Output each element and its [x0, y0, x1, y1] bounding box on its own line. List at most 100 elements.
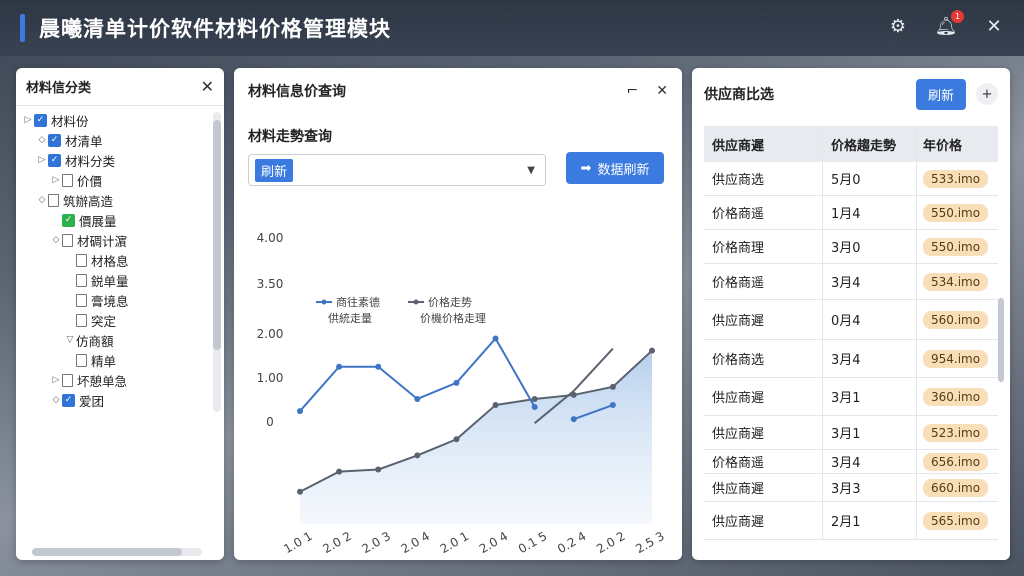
table-row[interactable]: 供应商遲 2月1 565.imo — [704, 502, 998, 540]
header-price[interactable]: 年价格 — [916, 126, 998, 162]
vendor-refresh-button[interactable]: 刷新 — [915, 78, 966, 110]
data-refresh-button[interactable]: ➡ 数据刷新 — [566, 152, 664, 184]
y-tick-label: 0 — [266, 415, 274, 429]
checkbox[interactable]: ✓ — [62, 213, 75, 227]
tree-caret-icon[interactable]: ▷ — [50, 375, 62, 385]
tree-node[interactable]: ✓ 價展量 — [16, 210, 210, 230]
x-tick-label: 0.1 5 — [516, 529, 549, 556]
table-row[interactable]: 价格商遥 3月4 656.imo — [704, 450, 998, 474]
close-icon[interactable]: ✕ — [656, 83, 668, 99]
tree-node-label: 突定 — [91, 313, 117, 329]
tree-node[interactable]: ◇ ✓ 材清单 — [16, 130, 210, 150]
tree-node[interactable]: ▽ 仿商額 — [16, 330, 210, 350]
trend-cell: 3月3 — [822, 474, 916, 501]
price-badge: 660.imo — [923, 478, 989, 497]
tree-node-label: 筑辦高造 — [63, 193, 114, 209]
tree-node-label: 仿商額 — [76, 333, 114, 349]
document-icon — [62, 233, 73, 247]
data-point — [336, 468, 343, 475]
query-title: 材料信息价查询 — [248, 84, 346, 100]
tree-node-label: 材清单 — [65, 133, 103, 149]
legend-marker — [413, 299, 419, 305]
vendor-name: 供应商遲 — [712, 515, 765, 530]
trend-cell: 2月1 — [822, 502, 916, 539]
trend-cell: 3月4 — [822, 264, 916, 299]
app-title: 晨曦清单计价软件材料价格管理模块 — [39, 17, 391, 41]
data-point — [649, 347, 655, 354]
tree-node[interactable]: ▷ ✓ 材料份 — [16, 110, 210, 130]
price-query-panel: 材料信息价查询 ⌐ ✕ 材料走勢查询 刷新 ▼ ➡ 数据刷新 0 1.00 2.00… — [234, 68, 682, 560]
x-tick-label: 2.0 2 — [320, 529, 353, 556]
table-row[interactable]: 价格商理 3月0 550.imo — [704, 230, 998, 264]
trend-select[interactable]: 刷新 ▼ — [248, 154, 546, 186]
tree-node[interactable]: ◇ ✓ 爱团 — [16, 390, 210, 410]
notification-badge: 1 — [951, 10, 964, 23]
checkbox[interactable]: ✓ — [34, 113, 47, 127]
gear-icon[interactable]: ⚙ — [886, 14, 910, 38]
table-row[interactable]: 供应商遲 3月3 660.imo — [704, 474, 998, 502]
tree-caret-icon[interactable]: ▽ — [64, 335, 76, 345]
table-row[interactable]: 价格商选 3月4 954.imo — [704, 340, 998, 378]
tree-node[interactable]: ◇ 筑辦高造 — [16, 190, 210, 210]
checkbox[interactable]: ✓ — [48, 133, 61, 147]
data-point — [336, 363, 343, 370]
table-row[interactable]: 价格商遥 1月4 550.imo — [704, 196, 998, 230]
trend-cell: 3月1 — [822, 378, 916, 415]
x-tick-label: 2.0 3 — [359, 529, 392, 556]
tree-node[interactable]: 膏境息 — [16, 290, 210, 310]
tree-title: 材料信分类 — [26, 81, 92, 96]
price-badge: 565.imo — [923, 511, 989, 530]
tree-caret-icon[interactable]: ▷ — [36, 155, 48, 165]
y-tick-label: 3.50 — [257, 277, 284, 291]
tree-caret-icon[interactable]: ▷ — [22, 115, 34, 125]
close-icon[interactable]: ✕ — [982, 14, 1006, 38]
series-area — [300, 350, 652, 524]
price-badge: 954.imo — [923, 349, 989, 368]
table-row[interactable]: 供应商遲 0月4 560.imo — [704, 300, 998, 340]
header-trend[interactable]: 价格趨走勢 — [822, 126, 916, 162]
vendor-scrollbar[interactable] — [998, 298, 1004, 382]
tree-caret-icon[interactable]: ◇ — [36, 195, 48, 205]
tree-node-label: 價展量 — [79, 213, 117, 229]
minimize-icon[interactable]: ⌐ — [627, 83, 639, 99]
vendor-name: 价格商理 — [712, 241, 765, 256]
tree-caret-icon[interactable]: ◇ — [50, 235, 62, 245]
data-point — [375, 466, 382, 473]
plus-icon[interactable]: + — [976, 83, 998, 105]
tree-node[interactable]: 材格息 — [16, 250, 210, 270]
table-row[interactable]: 价格商遥 3月4 534.imo — [704, 264, 998, 300]
tree-caret-icon[interactable]: ◇ — [36, 135, 48, 145]
x-tick-label: 0.2 4 — [555, 529, 588, 556]
x-tick-label: 2.0 4 — [477, 529, 510, 556]
tree-node[interactable]: 精单 — [16, 350, 210, 370]
tree-node-label: 精单 — [91, 353, 117, 369]
vendor-title: 供应商比选 — [704, 87, 774, 103]
table-row[interactable]: 供应商遲 3月1 360.imo — [704, 378, 998, 416]
tree-node[interactable]: ▷ 价價 — [16, 170, 210, 190]
table-row[interactable]: 供应商遲 3月1 523.imo — [704, 416, 998, 450]
bell-icon[interactable]: 🔔︎ 1 — [934, 10, 964, 38]
tree-caret-icon[interactable]: ◇ — [50, 395, 62, 405]
close-icon[interactable]: ✕ — [201, 77, 214, 96]
horizontal-scrollbar[interactable] — [32, 548, 202, 556]
document-icon — [62, 173, 73, 187]
trend-cell: 5月0 — [822, 162, 916, 195]
document-icon — [48, 193, 59, 207]
table-row[interactable]: 供应商选 5月0 533.imo — [704, 162, 998, 196]
checkbox[interactable]: ✓ — [62, 393, 75, 407]
category-tree-panel: 材料信分类 ✕ ▷ ✓ 材料份 ◇ ✓ 材清单 ▷ ✓ 材料分类 ▷ 价價 ◇ 筑辦高造 ✓ 價展量 ◇ 材碉计… — [16, 68, 224, 560]
tree-node[interactable]: 鋭单量 — [16, 270, 210, 290]
price-badge: 360.imo — [923, 387, 989, 406]
tree-node-label: 材格息 — [91, 253, 129, 269]
vertical-scrollbar[interactable] — [213, 112, 221, 412]
checkbox[interactable]: ✓ — [48, 153, 61, 167]
vendor-name: 供应商遲 — [712, 391, 765, 406]
tree-node-label: 爱团 — [79, 393, 105, 409]
header-vendor[interactable]: 供应商遲 — [704, 135, 822, 154]
tree-node[interactable]: ▷ 坏憩单急 — [16, 370, 210, 390]
vendor-name: 供应商遲 — [712, 482, 765, 497]
tree-node[interactable]: ▷ ✓ 材料分类 — [16, 150, 210, 170]
tree-node[interactable]: 突定 — [16, 310, 210, 330]
tree-node[interactable]: ◇ 材碉计濵 — [16, 230, 210, 250]
tree-caret-icon[interactable]: ▷ — [50, 175, 62, 185]
